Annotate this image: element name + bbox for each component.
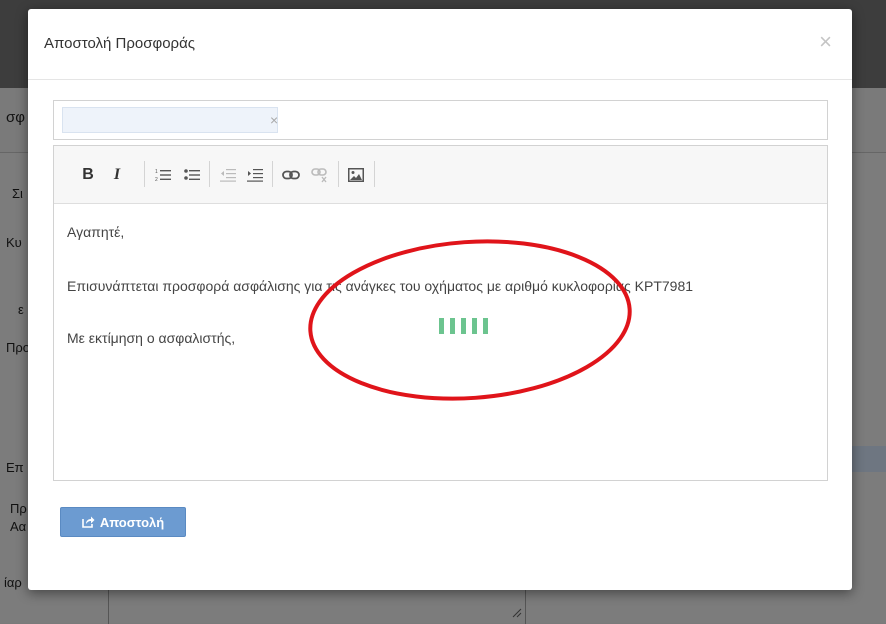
ordered-list-icon: 1 2 [155,169,171,182]
loader-bar [439,318,444,334]
loader-bar [461,318,466,334]
background-label: ε [18,302,24,317]
outdent-button[interactable] [217,164,239,186]
link-icon [282,170,300,180]
close-icon[interactable]: × [819,31,832,53]
background-label: Κυ [6,235,22,250]
recipient-tag: × [62,107,278,133]
unlink-icon [311,168,327,183]
signoff-text: Με εκτίμηση ο ασφαλιστής, [67,330,236,346]
recipient-input[interactable]: × [53,100,828,140]
svg-text:2: 2 [155,177,158,182]
background-bar [852,446,886,472]
indent-button[interactable] [244,164,266,186]
loader-bar [450,318,455,334]
image-icon [348,168,364,182]
unordered-list-icon [184,169,200,180]
ordered-list-button[interactable]: 1 2 [152,164,174,186]
background-label: ίαρ [4,575,22,590]
link-button[interactable] [279,164,303,186]
message-text: Επισυνάπτεται προσφορά ασφάλισης για τις… [67,278,694,294]
resize-grip-icon [512,608,522,618]
background-label: Επ [6,460,24,475]
indent-icon [247,169,263,182]
greeting-text: Αγαπητέ, [67,224,125,240]
background-label: Αα [10,519,27,534]
svg-text:1: 1 [155,169,158,175]
unlink-button[interactable] [308,164,332,186]
background-label: Σι [12,186,23,201]
loader-bar [483,318,488,334]
toolbar-separator [374,161,375,187]
italic-button[interactable]: I [109,164,125,186]
toolbar-separator [272,161,273,187]
editor-content[interactable]: Αγαπητέ, Επισυνάπτεται προσφορά ασφάλιση… [54,204,827,480]
editor-toolbar: B I 1 2 [54,146,827,204]
share-icon [82,516,95,528]
modal-title: Αποστολή Προσφοράς [44,35,195,52]
bold-button[interactable]: B [80,164,96,186]
image-button[interactable] [344,164,368,186]
background-label: Προ [6,340,31,355]
unordered-list-button[interactable] [181,164,203,186]
modal-header: Αποστολή Προσφοράς × [28,9,852,80]
background-textarea [108,585,526,624]
loader-bar [472,318,477,334]
loading-indicator [439,318,499,334]
remove-recipient-icon[interactable]: × [270,113,278,127]
toolbar-separator [144,161,145,187]
toolbar-separator [209,161,210,187]
send-offer-modal: Αποστολή Προσφοράς × × B I 1 2 Αγαπητέ, … [28,9,852,590]
outdent-icon [220,169,236,182]
background-fragment: σφ [6,109,25,126]
toolbar-separator [338,161,339,187]
background-label: Πρ [10,501,27,516]
rich-text-editor: B I 1 2 Αγαπητέ, Επισυνάπτεται προσφορά … [53,145,828,481]
send-button[interactable]: Αποστολή [60,507,186,537]
send-button-label: Αποστολή [99,514,165,530]
